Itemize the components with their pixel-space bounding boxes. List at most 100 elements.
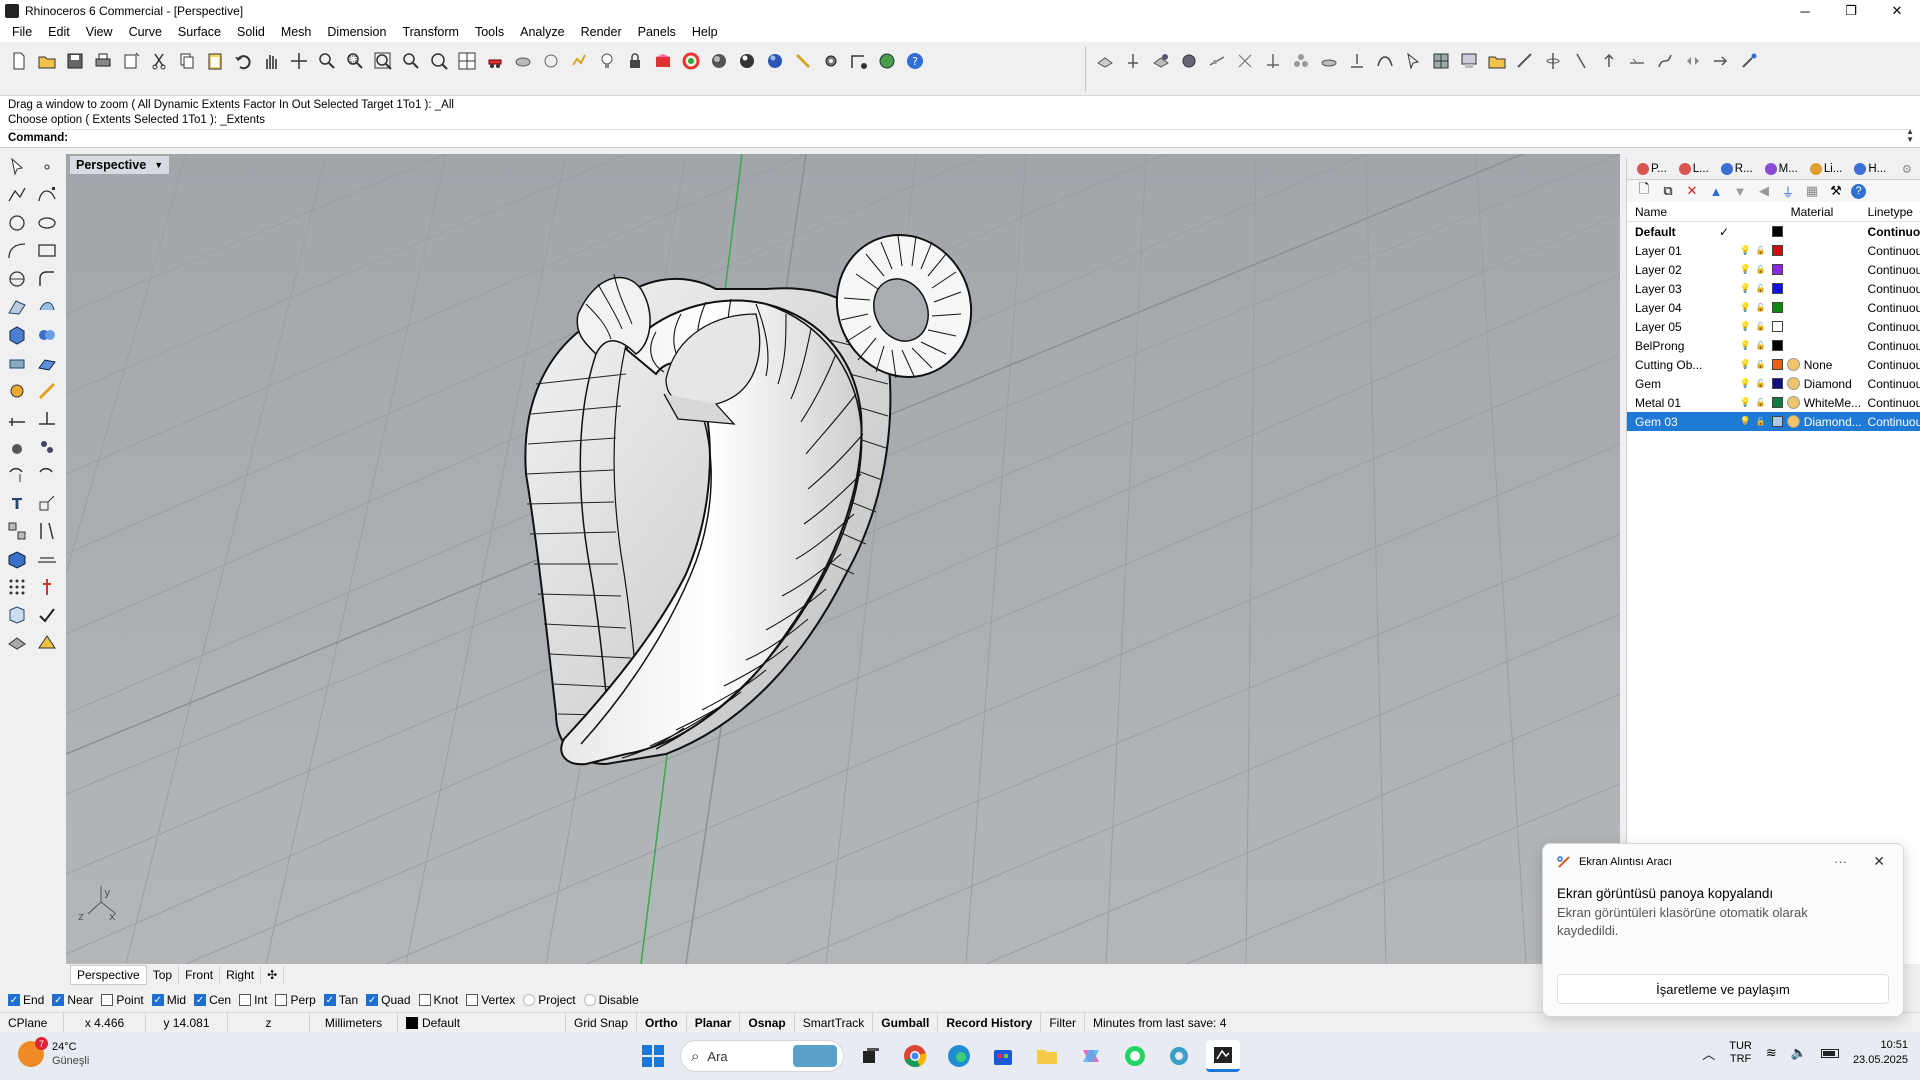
windows-start-icon[interactable] bbox=[636, 1040, 670, 1072]
save-icon[interactable] bbox=[62, 48, 88, 74]
array-tool-icon[interactable] bbox=[1232, 48, 1258, 74]
solid-edit-icon[interactable] bbox=[4, 546, 30, 572]
ortho-toggle[interactable]: Ortho bbox=[637, 1012, 687, 1033]
visible-bulb-icon[interactable]: 💡 bbox=[1738, 245, 1753, 256]
tab-help[interactable]: H... bbox=[1850, 162, 1890, 175]
layer-states-icon[interactable]: ▦ bbox=[1803, 182, 1821, 200]
move-layer-down-icon[interactable]: ▼ bbox=[1731, 182, 1749, 200]
flow-tool-icon[interactable] bbox=[1624, 48, 1650, 74]
color-wheel-icon[interactable] bbox=[678, 48, 704, 74]
tab-right[interactable]: Right bbox=[220, 966, 262, 984]
twist-tool-icon[interactable] bbox=[1652, 48, 1678, 74]
padlock-icon[interactable] bbox=[622, 48, 648, 74]
layer-material[interactable]: Diamond bbox=[1786, 377, 1864, 391]
render-icon[interactable] bbox=[762, 48, 788, 74]
volume-icon[interactable]: 🔈 bbox=[1791, 1045, 1807, 1061]
layer-row[interactable]: BelProng 💡 🔓 Continuou bbox=[1627, 336, 1920, 355]
unlock-icon[interactable]: 🔓 bbox=[1753, 398, 1768, 407]
layer-row[interactable]: Gem 03 💡 🔓 Diamond... Continuou bbox=[1627, 412, 1920, 431]
help-icon[interactable]: ? bbox=[902, 48, 928, 74]
tab-render[interactable]: R... bbox=[1717, 162, 1757, 175]
layer-name[interactable]: Layer 03 bbox=[1627, 282, 1710, 296]
fillet-curve-icon[interactable] bbox=[34, 266, 60, 292]
layer-row[interactable]: Layer 03 💡 🔓 Continuou bbox=[1627, 279, 1920, 298]
gem-placement-icon[interactable] bbox=[1148, 48, 1174, 74]
layer-color-swatch[interactable] bbox=[1768, 302, 1787, 313]
snap-tool-icon[interactable] bbox=[34, 406, 60, 432]
grid-snap-toggle[interactable]: Grid Snap bbox=[566, 1012, 638, 1033]
text-icon[interactable]: T bbox=[4, 490, 30, 516]
unlock-icon[interactable]: 🔓 bbox=[1753, 360, 1768, 369]
layer-row[interactable]: Layer 02 💡 🔓 Continuou bbox=[1627, 260, 1920, 279]
hide-objects-icon[interactable] bbox=[510, 48, 536, 74]
notification-close-icon[interactable]: ✕ bbox=[1873, 853, 1885, 870]
viewport-scene[interactable]: x y z bbox=[66, 154, 1620, 964]
new-file-icon[interactable] bbox=[6, 48, 32, 74]
minimize-button[interactable]: ─ bbox=[1782, 0, 1828, 22]
curve-tool-icon[interactable] bbox=[1372, 48, 1398, 74]
point-icon[interactable] bbox=[34, 154, 60, 180]
rendered-mode-icon[interactable] bbox=[734, 48, 760, 74]
cplane-label[interactable]: CPlane bbox=[0, 1012, 64, 1033]
copy-icon[interactable] bbox=[174, 48, 200, 74]
snap-icon[interactable] bbox=[566, 48, 592, 74]
layer-name[interactable]: Metal 01 bbox=[1627, 396, 1710, 410]
copilot-icon[interactable] bbox=[1074, 1040, 1108, 1072]
head-tool-icon[interactable] bbox=[1344, 48, 1370, 74]
current-layer[interactable]: Default bbox=[398, 1012, 566, 1033]
menu-render[interactable]: Render bbox=[573, 25, 630, 39]
mirror-tool-icon[interactable] bbox=[1680, 48, 1706, 74]
current-layer-check-icon[interactable]: ✓ bbox=[1710, 225, 1738, 239]
four-viewports-icon[interactable] bbox=[454, 48, 480, 74]
settings-app-icon[interactable] bbox=[1162, 1040, 1196, 1072]
array-icon[interactable] bbox=[34, 434, 60, 460]
wifi-icon[interactable]: ≋ bbox=[1766, 1045, 1777, 1061]
tab-perspective[interactable]: Perspective bbox=[70, 965, 147, 985]
pan-hand-icon[interactable] bbox=[258, 48, 284, 74]
layer-material[interactable]: WhiteMe... bbox=[1786, 396, 1864, 410]
box-icon[interactable] bbox=[4, 322, 30, 348]
gumball-toggle[interactable]: Gumball bbox=[873, 1012, 939, 1033]
osnap-project-checkbox[interactable]: Project bbox=[523, 993, 576, 1007]
menu-transform[interactable]: Transform bbox=[394, 25, 467, 39]
layer-linetype[interactable]: Continuou bbox=[1864, 396, 1920, 410]
profile-tool-icon[interactable] bbox=[1596, 48, 1622, 74]
check-icon[interactable] bbox=[34, 602, 60, 628]
menu-curve[interactable]: Curve bbox=[121, 25, 170, 39]
osnap-tan-checkbox[interactable]: ✓ Tan bbox=[323, 993, 358, 1007]
layer-color-swatch[interactable] bbox=[1768, 359, 1787, 370]
add-viewport-tab-icon[interactable]: ✣ bbox=[261, 966, 285, 984]
menu-surface[interactable]: Surface bbox=[170, 25, 229, 39]
layer-linetype[interactable]: Continuou bbox=[1864, 320, 1920, 334]
menu-solid[interactable]: Solid bbox=[229, 25, 273, 39]
weather-widget[interactable]: 7 24°C Güneşli bbox=[18, 1037, 89, 1068]
menu-analyze[interactable]: Analyze bbox=[512, 25, 572, 39]
file-explorer-icon[interactable] bbox=[1030, 1040, 1064, 1072]
visible-bulb-icon[interactable]: 💡 bbox=[1738, 302, 1753, 313]
layer-linetype[interactable]: Continuou bbox=[1864, 225, 1920, 239]
undo-icon[interactable] bbox=[230, 48, 256, 74]
visible-bulb-icon[interactable]: 💡 bbox=[1738, 340, 1753, 351]
properties-icon[interactable] bbox=[790, 48, 816, 74]
visible-bulb-icon[interactable]: 💡 bbox=[1738, 359, 1753, 370]
whatsapp-icon[interactable] bbox=[1118, 1040, 1152, 1072]
curve-icon[interactable] bbox=[34, 182, 60, 208]
osnap-perp-checkbox[interactable]: Perp bbox=[275, 993, 316, 1007]
arrow-tool-icon[interactable] bbox=[1708, 48, 1734, 74]
tab-materials[interactable]: M... bbox=[1761, 162, 1802, 175]
menu-file[interactable]: File bbox=[4, 25, 40, 39]
import-icon[interactable] bbox=[118, 48, 144, 74]
layer-linetype[interactable]: Continuou bbox=[1864, 358, 1920, 372]
visible-bulb-icon[interactable]: 💡 bbox=[1738, 397, 1753, 408]
layer-color-swatch[interactable] bbox=[1768, 378, 1787, 389]
record-history-toggle[interactable]: Record History bbox=[938, 1012, 1042, 1033]
surface-edge-icon[interactable] bbox=[34, 294, 60, 320]
grid-icon[interactable] bbox=[34, 546, 60, 572]
dot-grid-icon[interactable] bbox=[4, 574, 30, 600]
gem-tool-icon[interactable] bbox=[1092, 48, 1118, 74]
layer-name[interactable]: Gem 03 bbox=[1627, 415, 1710, 429]
menu-edit[interactable]: Edit bbox=[40, 25, 78, 39]
task-view-icon[interactable] bbox=[854, 1040, 888, 1072]
globe-icon[interactable] bbox=[874, 48, 900, 74]
viewport-name[interactable]: Perspective bbox=[76, 158, 146, 172]
